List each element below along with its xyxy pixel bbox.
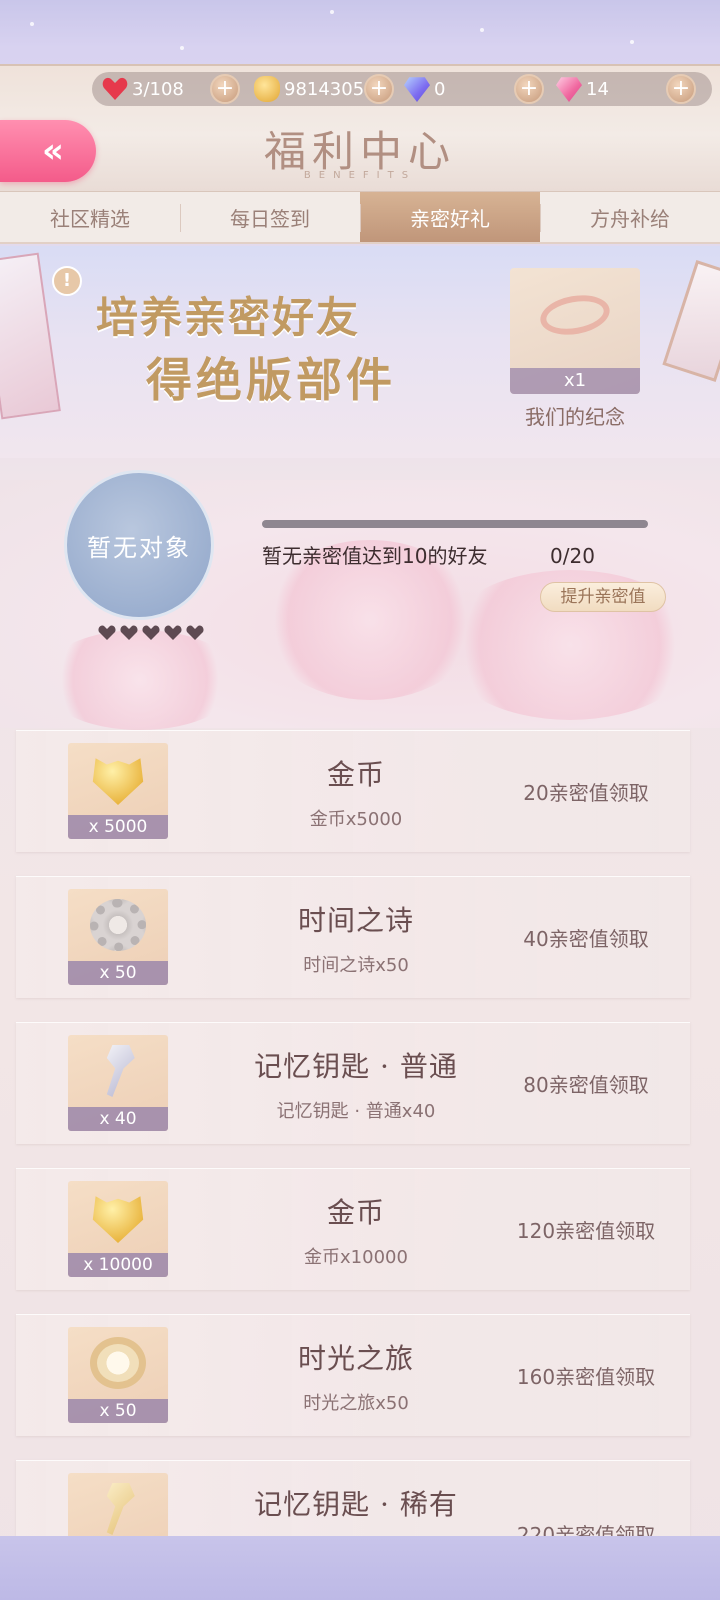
header: 3/108 + 9814305 + 0 + 14 + 福利中心 BENEFITS [0, 64, 720, 192]
double-chevron-left-icon: « [42, 131, 64, 171]
item-quantity: x 50 [68, 1399, 168, 1423]
item-title: 记忆钥匙 · 稀有 [254, 1488, 458, 1521]
coin-icon [92, 758, 144, 805]
item-description: 记忆钥匙 · 普通x40 [276, 1101, 436, 1122]
page-subtitle: BENEFITS [303, 170, 417, 181]
banner-decoration [662, 260, 720, 382]
reward-row: x 50 时间之诗 时间之诗x50 40亲密值领取 [16, 876, 690, 998]
back-button[interactable]: « [0, 120, 96, 182]
item-description: 金币x5000 [309, 809, 403, 830]
item-quantity: x 40 [68, 1107, 168, 1131]
reward-row: x 5000 金币 金币x5000 20亲密值领取 [16, 730, 690, 852]
item-quantity: x 50 [68, 961, 168, 985]
gold-key-icon [106, 1483, 135, 1535]
item-title: 金币 [326, 758, 385, 791]
item-description: 时间之诗x50 [303, 955, 409, 976]
info-icon[interactable]: ! [52, 266, 82, 296]
banner-headline: 培养亲密好友 [96, 293, 361, 342]
reward-item-tile[interactable]: x 40 [68, 1035, 168, 1131]
heart-icon [186, 624, 204, 640]
blue-diamond-icon [404, 77, 430, 102]
item-title: 金币 [326, 1196, 385, 1229]
reward-item-tile[interactable]: x 10000 [68, 1181, 168, 1277]
exclusive-reward-card[interactable]: x1 [510, 268, 640, 394]
reward-item-tile[interactable]: x 5000 [68, 743, 168, 839]
reward-item-tile[interactable]: x 50 [68, 889, 168, 985]
reward-row: x 50 时光之旅 时光之旅x50 160亲密值领取 [16, 1314, 690, 1436]
item-title: 记忆钥匙 · 普通 [254, 1050, 458, 1083]
reward-row: x 40 记忆钥匙 · 普通 记忆钥匙 · 普通x40 80亲密值领取 [16, 1022, 690, 1144]
coin-icon [254, 76, 280, 102]
claim-requirement[interactable]: 40亲密值领取 [496, 923, 676, 952]
sparkle [180, 46, 184, 50]
intimacy-banner: ! 培养亲密好友 得绝版部件 x1 我们的纪念 [0, 246, 720, 458]
claim-requirement[interactable]: 120亲密值领取 [496, 1215, 676, 1244]
friend-status-text: 暂无亲密值达到10的好友 [262, 544, 488, 568]
heart-icon [164, 624, 182, 640]
stamina-value: 3/108 [132, 78, 184, 100]
heart-icon [120, 624, 138, 640]
reward-quantity: x1 [510, 368, 640, 394]
clock-icon [90, 1337, 146, 1389]
add-blue-diamond-button[interactable]: + [514, 74, 544, 104]
item-description: 金币x10000 [304, 1247, 408, 1268]
item-quantity: x 5000 [68, 815, 168, 839]
progress-count: 0/20 [550, 544, 595, 568]
claim-requirement[interactable]: 160亲密值领取 [496, 1361, 676, 1390]
tab-ark-supply[interactable]: 方舟补给 [540, 192, 720, 242]
item-title: 时光之旅 [297, 1342, 414, 1375]
currency-blue-diamond: 0 [404, 72, 445, 106]
claim-requirement[interactable]: 80亲密值领取 [496, 1069, 676, 1098]
tab-intimacy-gifts[interactable]: 亲密好礼 [360, 192, 540, 242]
intimacy-progress-bar [262, 520, 648, 528]
claim-requirement[interactable]: 20亲密值领取 [496, 777, 676, 806]
reward-row: 记忆钥匙 · 稀有 220亲密值领取 [16, 1460, 690, 1536]
blue-diamond-value: 0 [434, 78, 446, 100]
intimacy-hearts [98, 624, 204, 640]
sparkle [330, 10, 334, 14]
avatar-empty-label: 暂无对象 [87, 533, 191, 562]
sparkle [480, 28, 484, 32]
silver-key-icon [106, 1045, 135, 1097]
coin-value: 9814305 [284, 78, 365, 100]
currency-bar: 3/108 + 9814305 + 0 + 14 + [92, 72, 712, 106]
tab-bar: 社区精选 每日签到 亲密好礼 方舟补给 [0, 192, 720, 244]
currency-stamina: 3/108 [102, 72, 184, 106]
claim-requirement[interactable]: 220亲密值领取 [496, 1519, 676, 1536]
gear-icon [90, 899, 146, 951]
banner-subheadline: 得绝版部件 [146, 353, 396, 407]
heart-icon [102, 76, 128, 102]
add-stamina-button[interactable]: + [210, 74, 240, 104]
tab-community[interactable]: 社区精选 [0, 192, 180, 242]
add-coin-button[interactable]: + [364, 74, 394, 104]
friend-avatar-slot[interactable]: 暂无对象 [64, 470, 214, 620]
item-title: 时间之诗 [297, 904, 414, 937]
heart-icon [98, 624, 116, 640]
bottom-frame [0, 1536, 720, 1600]
add-pink-diamond-button[interactable]: + [666, 74, 696, 104]
currency-coin: 9814305 [254, 72, 364, 106]
ring-icon [537, 290, 613, 340]
pink-diamond-icon [556, 77, 582, 102]
pink-diamond-value: 14 [586, 78, 609, 100]
item-description: 时光之旅x50 [303, 1393, 409, 1414]
sparkle [30, 22, 34, 26]
heart-icon [142, 624, 160, 640]
tab-daily-checkin[interactable]: 每日签到 [180, 192, 360, 242]
reward-name: 我们的纪念 [525, 405, 625, 429]
blossom-decoration [40, 630, 240, 730]
reward-item-tile[interactable] [68, 1473, 168, 1536]
boost-intimacy-button[interactable]: 提升亲密值 [540, 582, 666, 612]
reward-row: x 10000 金币 金币x10000 120亲密值领取 [16, 1168, 690, 1290]
coin-icon [92, 1196, 144, 1243]
currency-pink-diamond: 14 [556, 72, 609, 106]
sparkle [630, 40, 634, 44]
item-quantity: x 10000 [68, 1253, 168, 1277]
reward-item-tile[interactable]: x 50 [68, 1327, 168, 1423]
